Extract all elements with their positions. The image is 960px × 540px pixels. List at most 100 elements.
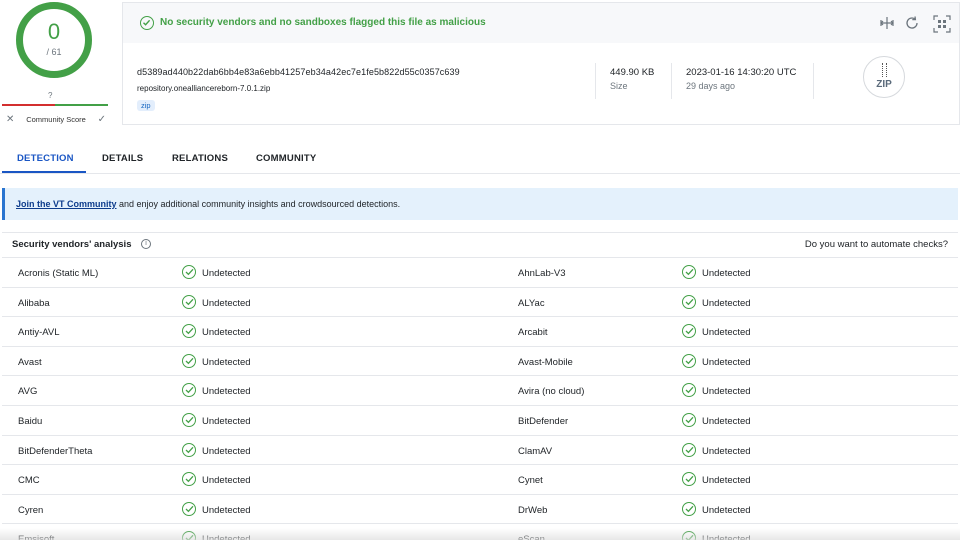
tab-community[interactable]: COMMUNITY bbox=[256, 153, 316, 164]
vendor-status: Undetected bbox=[702, 504, 751, 516]
detection-count: 0 bbox=[47, 19, 61, 44]
table-row: Antiy-AVL Undetected Arcabit Undetected bbox=[2, 317, 958, 347]
vendor-name: eScan bbox=[518, 534, 545, 540]
vendor-status: Undetected bbox=[702, 356, 751, 368]
vendor-name: Acronis (Static ML) bbox=[18, 268, 99, 279]
banner-text: and enjoy additional community insights … bbox=[116, 199, 401, 209]
table-row: Alibaba Undetected ALYac Undetected bbox=[2, 288, 958, 318]
vendor-name: Avast bbox=[18, 356, 42, 368]
check-circle-icon bbox=[682, 531, 696, 540]
vendor-status: Undetected bbox=[702, 327, 751, 339]
tab-relations[interactable]: RELATIONS bbox=[172, 153, 228, 164]
vendor-status: Undetected bbox=[702, 475, 751, 487]
similar-icon[interactable] bbox=[933, 15, 951, 33]
table-row: Baidu Undetected BitDefender Undetected bbox=[2, 406, 958, 436]
vote-harmless-icon[interactable]: ✓ bbox=[98, 114, 106, 125]
vendors-section-header: Security vendors' analysis i Do you want… bbox=[2, 232, 958, 258]
vendor-status: Undetected bbox=[702, 534, 751, 540]
compare-icon[interactable] bbox=[879, 15, 895, 31]
community-score-bar bbox=[2, 104, 108, 106]
check-circle-icon bbox=[182, 472, 196, 487]
vendor-status: Undetected bbox=[202, 327, 251, 339]
vendor-results-table: Acronis (Static ML) Undetected AhnLab-V3 Un… bbox=[2, 258, 958, 540]
divider bbox=[595, 63, 596, 99]
table-row: Acronis (Static ML) Undetected AhnLab-V3 Un… bbox=[2, 258, 958, 288]
vendor-name: Baidu bbox=[18, 415, 43, 427]
vendor-name: BitDefenderTheta bbox=[18, 445, 93, 457]
divider bbox=[671, 63, 672, 99]
zip-file-icon: ZIP bbox=[863, 56, 905, 98]
vendor-name: Antiy-AVL bbox=[18, 327, 60, 339]
community-score-label: Community Score bbox=[26, 115, 86, 124]
file-summary-card: No security vendors and no sandboxes fla… bbox=[122, 2, 960, 125]
vendor-status: Undetected bbox=[202, 386, 251, 398]
check-circle-icon bbox=[682, 324, 696, 339]
check-circle-icon bbox=[182, 353, 196, 368]
reanalyze-icon[interactable] bbox=[904, 15, 920, 31]
check-circle-icon bbox=[182, 412, 196, 427]
check-circle-icon bbox=[682, 472, 696, 487]
table-row: AVG Undetected Avira (no cloud) Undetected bbox=[2, 376, 958, 406]
community-score-value: ? bbox=[48, 91, 53, 100]
vendor-name: Emsisoft bbox=[18, 534, 55, 540]
community-banner: Join the VT Community and enjoy addition… bbox=[2, 188, 958, 220]
join-community-link[interactable]: Join the VT Community bbox=[16, 199, 117, 209]
vendor-name: DrWeb bbox=[518, 504, 548, 516]
check-circle-icon bbox=[682, 294, 696, 309]
automate-checks-link[interactable]: Do you want to automate checks? bbox=[805, 239, 948, 250]
check-circle-icon bbox=[182, 383, 196, 398]
file-tag[interactable]: zip bbox=[137, 100, 155, 111]
vendor-status: Undetected bbox=[202, 475, 251, 487]
divider bbox=[813, 63, 814, 99]
check-circle-icon bbox=[140, 16, 154, 30]
file-size: 449.90 KB bbox=[610, 67, 655, 78]
check-circle-icon bbox=[682, 265, 696, 279]
tab-details[interactable]: DETAILS bbox=[102, 153, 143, 164]
file-name: repository.onealliancereborn-7.0.1.zip bbox=[137, 84, 271, 93]
active-tab-indicator bbox=[2, 171, 86, 173]
check-circle-icon bbox=[682, 383, 696, 398]
vendor-status: Undetected bbox=[702, 386, 751, 398]
community-score-row: ✕ Community Score ✓ bbox=[6, 114, 106, 125]
vendor-name: CMC bbox=[18, 475, 40, 487]
vendor-name: Cynet bbox=[518, 475, 543, 487]
check-circle-icon bbox=[182, 265, 196, 279]
vendor-name: AVG bbox=[18, 386, 38, 398]
info-icon[interactable]: i bbox=[141, 239, 151, 249]
verdict-text: No security vendors and no sandboxes fla… bbox=[160, 17, 486, 28]
vendor-name: Alibaba bbox=[18, 297, 50, 309]
file-hash[interactable]: d5389ad440b22dab6bb4e83a6ebb41257eb34a42… bbox=[137, 67, 460, 77]
vendor-status: Undetected bbox=[702, 268, 751, 279]
vendor-status: Undetected bbox=[202, 534, 251, 540]
vendor-name: AhnLab-V3 bbox=[518, 268, 566, 279]
tab-bar: DETECTION DETAILS RELATIONS COMMUNITY bbox=[0, 140, 960, 174]
vendor-name: ClamAV bbox=[518, 445, 553, 457]
vendor-name: Arcabit bbox=[518, 327, 548, 339]
vendor-name: Avira (no cloud) bbox=[518, 386, 585, 398]
score-ring: 0 / 61 bbox=[16, 2, 92, 78]
vendor-name: ALYac bbox=[518, 297, 545, 309]
vendor-name: Avast-Mobile bbox=[518, 356, 573, 368]
detection-total: / 61 bbox=[46, 47, 62, 57]
check-circle-icon bbox=[682, 412, 696, 427]
tab-detection[interactable]: DETECTION bbox=[17, 153, 74, 164]
analysis-date-relative: 29 days ago bbox=[686, 81, 736, 91]
vendor-status: Undetected bbox=[702, 415, 751, 427]
file-type-label: ZIP bbox=[876, 79, 892, 90]
table-row: Avast Undetected Avast-Mobile Undetected bbox=[2, 347, 958, 377]
vendor-status: Undetected bbox=[202, 356, 251, 368]
check-circle-icon bbox=[182, 501, 196, 516]
vendor-status: Undetected bbox=[702, 297, 751, 309]
check-circle-icon bbox=[182, 442, 196, 457]
check-circle-icon bbox=[182, 531, 196, 540]
table-row: Cyren Undetected DrWeb Undetected bbox=[2, 495, 958, 525]
vote-harmful-icon[interactable]: ✕ bbox=[6, 114, 14, 125]
check-circle-icon bbox=[182, 324, 196, 339]
check-circle-icon bbox=[682, 353, 696, 368]
vendor-status: Undetected bbox=[702, 445, 751, 457]
vendor-status: Undetected bbox=[202, 415, 251, 427]
check-circle-icon bbox=[682, 501, 696, 516]
check-circle-icon bbox=[182, 294, 196, 309]
check-circle-icon bbox=[682, 442, 696, 457]
table-row: CMC Undetected Cynet Undetected bbox=[2, 465, 958, 495]
